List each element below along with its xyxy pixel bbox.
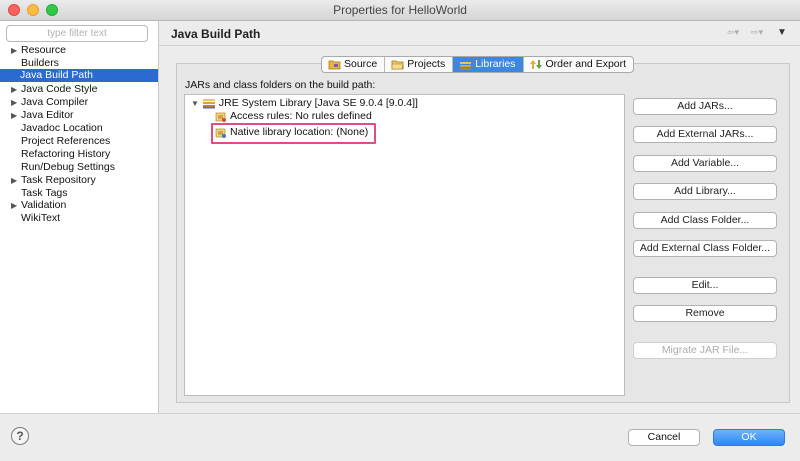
add-external-jars-button[interactable]: Add External JARs... xyxy=(633,126,777,143)
expand-arrow-icon[interactable]: ▶ xyxy=(11,174,17,187)
source-folder-icon xyxy=(328,60,341,70)
tree-item-jre-system-library[interactable]: ▼ JRE System Library [Java SE 9.0.4 [9.0… xyxy=(191,97,418,110)
view-menu-icon[interactable]: ▼ xyxy=(777,27,787,38)
tab-order-and-export[interactable]: Order and Export xyxy=(524,57,634,72)
title-bar: Properties for HelloWorld xyxy=(0,0,800,21)
window-title: Properties for HelloWorld xyxy=(333,3,467,17)
access-rules-icon xyxy=(215,112,226,122)
sidebar-item-refactoring-history[interactable]: Refactoring History xyxy=(0,148,158,161)
header-divider xyxy=(159,45,800,46)
expand-arrow-icon[interactable]: ▶ xyxy=(11,96,17,109)
help-icon[interactable]: ? xyxy=(11,427,29,445)
filter-input[interactable]: type filter text xyxy=(6,25,148,42)
sidebar-item-wikitext[interactable]: WikiText xyxy=(0,212,158,225)
tab-source[interactable]: Source xyxy=(322,57,386,72)
sidebar-item-java-editor[interactable]: ▶ Java Editor xyxy=(0,109,158,122)
expand-arrow-icon[interactable]: ▶ xyxy=(11,109,17,122)
expand-arrow-icon[interactable]: ▶ xyxy=(11,44,17,57)
page-header: Java Build Path ⇦▾ ⇨▾ ▼ xyxy=(159,21,800,43)
library-icon xyxy=(202,99,215,109)
add-library-button[interactable]: Add Library... xyxy=(633,183,777,200)
sidebar-item-javadoc-location[interactable]: Javadoc Location xyxy=(0,122,158,135)
add-class-folder-button[interactable]: Add Class Folder... xyxy=(633,212,777,229)
highlight-box xyxy=(211,123,376,144)
expand-arrow-icon[interactable]: ▶ xyxy=(11,199,17,212)
collapse-arrow-icon[interactable]: ▼ xyxy=(191,97,199,110)
cancel-button[interactable]: Cancel xyxy=(628,429,700,446)
tab-projects[interactable]: Projects xyxy=(385,57,454,72)
sidebar-item-resource[interactable]: ▶ Resource xyxy=(0,44,158,57)
add-variable-button[interactable]: Add Variable... xyxy=(633,155,777,172)
migrate-jar-button: Migrate JAR File... xyxy=(633,342,777,359)
build-path-tabs: Source Projects Libraries Order and Expo… xyxy=(321,56,635,73)
footer-divider xyxy=(0,413,800,414)
sidebar-item-run-debug-settings[interactable]: Run/Debug Settings xyxy=(0,161,158,174)
sidebar-item-validation[interactable]: ▶ Validation xyxy=(0,199,158,212)
edit-button[interactable]: Edit... xyxy=(633,277,777,294)
tab-libraries[interactable]: Libraries xyxy=(453,57,524,72)
library-icon xyxy=(460,62,472,70)
sidebar-item-project-references[interactable]: Project References xyxy=(0,135,158,148)
page-title: Java Build Path xyxy=(171,27,261,41)
ok-button[interactable]: OK xyxy=(713,429,785,446)
forward-arrow-icon[interactable]: ⇨▾ xyxy=(751,27,763,38)
back-arrow-icon[interactable]: ⇦▾ xyxy=(727,27,739,38)
add-external-class-folder-button[interactable]: Add External Class Folder... xyxy=(633,240,777,257)
add-jars-button[interactable]: Add JARs... xyxy=(633,98,777,115)
jars-label: JARs and class folders on the build path… xyxy=(185,79,376,91)
sidebar-item-java-build-path[interactable]: Java Build Path xyxy=(0,69,158,82)
preferences-sidebar: type filter text ▶ Resource Builders Jav… xyxy=(0,21,159,413)
projects-folder-icon xyxy=(391,60,404,70)
remove-button[interactable]: Remove xyxy=(633,305,777,322)
order-export-icon xyxy=(529,60,542,69)
tree-item-access-rules[interactable]: Access rules: No rules defined xyxy=(215,110,372,123)
expand-arrow-icon[interactable]: ▶ xyxy=(11,83,17,96)
sidebar-item-java-code-style[interactable]: ▶ Java Code Style xyxy=(0,83,158,96)
sidebar-item-task-repository[interactable]: ▶ Task Repository xyxy=(0,174,158,187)
sidebar-item-java-compiler[interactable]: ▶ Java Compiler xyxy=(0,96,158,109)
